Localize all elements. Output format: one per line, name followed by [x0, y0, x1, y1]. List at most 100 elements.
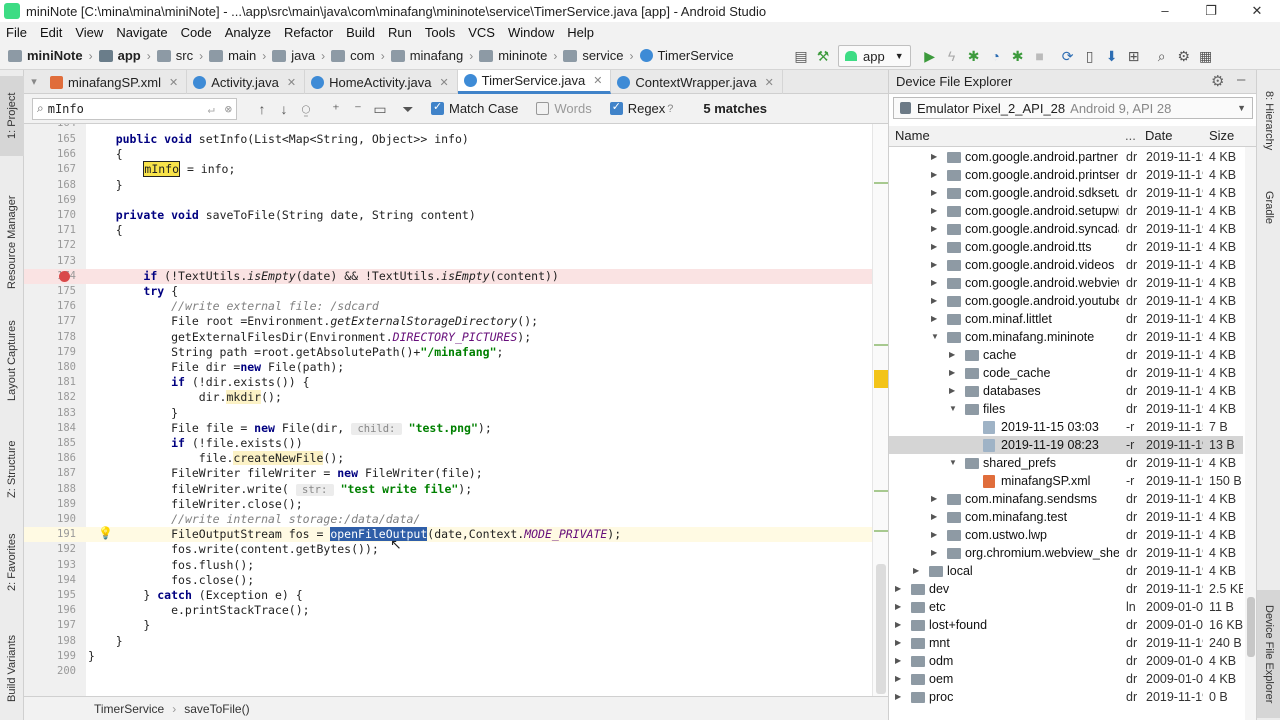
file-tree-row[interactable]: ▶ com.google.android.printservice dr 2019-1…: [889, 166, 1243, 184]
run-configuration-select[interactable]: app ▼: [838, 45, 911, 67]
regex-checkbox[interactable]: Regex?: [609, 100, 673, 116]
collapsed-arrow-icon[interactable]: ▶: [931, 188, 937, 197]
layout-captures-tool-tab[interactable]: Layout Captures: [0, 306, 24, 416]
file-tree-row[interactable]: ▶ com.ustwo.lwp dr 2019-11-19 4 KB: [889, 526, 1243, 544]
code-line[interactable]: 183 }: [24, 406, 888, 421]
settings-icon[interactable]: ⚙: [1173, 45, 1195, 67]
menu-build[interactable]: Build: [346, 25, 375, 40]
restore-button[interactable]: ❐: [1188, 0, 1234, 22]
collapsed-arrow-icon[interactable]: ▶: [949, 368, 955, 377]
file-tree-row[interactable]: ▶ etc ln 2009-01-01 11 B: [889, 598, 1243, 616]
code-line[interactable]: 171 {: [24, 223, 888, 238]
favorites-tool-tab[interactable]: 2: Favorites: [0, 522, 24, 602]
breadcrumb-service[interactable]: service: [563, 48, 624, 63]
gear-icon[interactable]: ⚙: [1211, 72, 1224, 90]
code-line[interactable]: 178 getExternalFilesDir(Environment.DIRE…: [24, 330, 888, 345]
code-line[interactable]: 195 } catch (Exception e) {: [24, 588, 888, 603]
file-tree-row[interactable]: ▶ com.google.android.setupwizard dr 2019-11…: [889, 202, 1243, 220]
code-line[interactable]: 173: [24, 254, 888, 269]
remove-occurrence-icon[interactable]: ⁻: [347, 98, 369, 120]
breadcrumb-main[interactable]: main: [209, 48, 256, 63]
file-tree-row[interactable]: ▶ com.minaf.littlet dr 2019-11-19 4 KB: [889, 310, 1243, 328]
code-line[interactable]: 184 File file = new File(dir, child: "te…: [24, 421, 888, 436]
collapsed-arrow-icon[interactable]: ▶: [895, 638, 901, 647]
collapsed-arrow-icon[interactable]: ▶: [931, 494, 937, 503]
file-tree-row[interactable]: ▶ com.google.android.youtube dr 2019-11-19 4…: [889, 292, 1243, 310]
find-input[interactable]: ⌕ mInfo ↵ ⊗: [32, 97, 237, 120]
hide-panel-icon[interactable]: –: [1237, 71, 1245, 88]
menu-code[interactable]: Code: [181, 25, 212, 40]
breadcrumb-module[interactable]: app: [98, 48, 141, 63]
code-line[interactable]: 166 {: [24, 147, 888, 162]
apply-changes-icon[interactable]: ϟ: [941, 45, 963, 67]
file-tree-row[interactable]: ▶ proc dr 2019-11-19 0 B: [889, 688, 1243, 706]
column-permissions[interactable]: ...: [1125, 128, 1136, 143]
tab-activity-java[interactable]: Activity.java ✕: [187, 70, 306, 94]
menu-help[interactable]: Help: [567, 25, 594, 40]
file-tree-row[interactable]: ▶ org.chromium.webview_shell dr 2019-11-19 4…: [889, 544, 1243, 562]
collapsed-arrow-icon[interactable]: ▶: [931, 512, 937, 521]
device-select[interactable]: Emulator Pixel_2_API_28 Android 9, API 2…: [893, 97, 1253, 119]
expanded-arrow-icon[interactable]: ▼: [931, 332, 939, 341]
file-tree-row[interactable]: ▶ com.google.android.sdksetup dr 2019-11-19…: [889, 184, 1243, 202]
device-file-explorer-tool-tab[interactable]: Device File Explorer: [1257, 590, 1280, 718]
make-project-icon[interactable]: ⚒: [812, 45, 834, 67]
debug-icon[interactable]: ✱: [963, 45, 985, 67]
expanded-arrow-icon[interactable]: ▼: [949, 458, 957, 467]
code-line[interactable]: 169: [24, 193, 888, 208]
code-line[interactable]: 177 File root =Environment.getExternalSt…: [24, 314, 888, 329]
run-icon[interactable]: ▶: [919, 45, 941, 67]
file-tree-row[interactable]: ▶ com.google.android.videos dr 2019-11-19 4 …: [889, 256, 1243, 274]
code-line[interactable]: 176 //write external file: /sdcard: [24, 299, 888, 314]
next-occurrence-icon[interactable]: ↓: [273, 98, 295, 120]
code-line[interactable]: 182 dir.mkdir();: [24, 390, 888, 405]
close-tab-icon[interactable]: ✕: [439, 76, 448, 89]
sdk-manager-icon[interactable]: ⬇: [1101, 45, 1123, 67]
collapsed-arrow-icon[interactable]: ▶: [931, 548, 937, 557]
file-tree-row[interactable]: ▶ code_cache dr 2019-11-19 4 KB: [889, 364, 1243, 382]
breadcrumb-java[interactable]: java: [272, 48, 315, 63]
collapsed-arrow-icon[interactable]: ▶: [895, 656, 901, 665]
file-tree-row[interactable]: ▶ com.google.android.tts dr 2019-11-19 4 KB: [889, 238, 1243, 256]
code-line[interactable]: 198 }: [24, 634, 888, 649]
code-line[interactable]: 168 }: [24, 178, 888, 193]
code-line[interactable]: 188 fileWriter.write( str: "test write f…: [24, 482, 888, 497]
collapsed-arrow-icon[interactable]: ▶: [895, 692, 901, 701]
code-line[interactable]: 190 //write internal storage:/data/data/: [24, 512, 888, 527]
collapsed-arrow-icon[interactable]: ▶: [949, 386, 955, 395]
match-case-checkbox[interactable]: Match Case: [431, 100, 518, 116]
collapsed-arrow-icon[interactable]: ▶: [895, 602, 901, 611]
file-tree-row[interactable]: ▶ com.google.android.webview dr 2019-11-19 4…: [889, 274, 1243, 292]
code-line[interactable]: 189 fileWriter.close();: [24, 497, 888, 512]
code-editor[interactable]: 164 165 public void setInfo(List<Map<Str…: [24, 124, 888, 696]
file-tree-row[interactable]: 2019-11-19 08:23 -r 2019-11-19 13 B: [889, 436, 1243, 454]
close-tab-icon[interactable]: ✕: [169, 76, 178, 89]
file-tree-row[interactable]: ▶ cache dr 2019-11-19 4 KB: [889, 346, 1243, 364]
file-tree-row[interactable]: ▶ local dr 2019-11-19 4 KB: [889, 562, 1243, 580]
collapsed-arrow-icon[interactable]: ▶: [931, 242, 937, 251]
code-line[interactable]: 197 }: [24, 618, 888, 633]
profile-icon[interactable]: ◔: [985, 45, 1007, 67]
file-tree-row[interactable]: ▼ shared_prefs dr 2019-11-19 4 KB: [889, 454, 1243, 472]
code-line[interactable]: 192 fos.write(content.getBytes());: [24, 542, 888, 557]
code-line[interactable]: 165 public void setInfo(List<Map<String,…: [24, 132, 888, 147]
menu-analyze[interactable]: Analyze: [225, 25, 271, 40]
find-all-icon[interactable]: ⍜: [295, 98, 317, 120]
breadcrumb-com[interactable]: com: [331, 48, 375, 63]
stop-icon[interactable]: ■: [1029, 45, 1051, 67]
filter-icon[interactable]: ⏷: [397, 98, 419, 120]
file-tree-row[interactable]: ▶ com.minafang.sendsms dr 2019-11-19 4 KB: [889, 490, 1243, 508]
file-tree-row[interactable]: ▶ oem dr 2009-01-01 4 KB: [889, 670, 1243, 688]
menu-tools[interactable]: Tools: [425, 25, 455, 40]
code-line[interactable]: 193 fos.flush();: [24, 558, 888, 573]
code-line[interactable]: 196 e.printStackTrace();: [24, 603, 888, 618]
structure-tool-tab[interactable]: Z: Structure: [0, 428, 24, 510]
sync-gradle-icon[interactable]: ⟳: [1057, 45, 1079, 67]
attach-icon[interactable]: ▤: [790, 45, 812, 67]
code-line[interactable]: 191 FileOutputStream fos = openFileOutpu…: [24, 527, 888, 543]
file-tree-row[interactable]: ▶ com.google.android.partner dr 2019-11-19 4…: [889, 148, 1243, 166]
words-checkbox[interactable]: Words: [536, 101, 592, 116]
close-button[interactable]: ✕: [1234, 0, 1280, 22]
search-icon[interactable]: ⌕: [1151, 45, 1173, 67]
scroll-thumb[interactable]: [876, 564, 886, 694]
